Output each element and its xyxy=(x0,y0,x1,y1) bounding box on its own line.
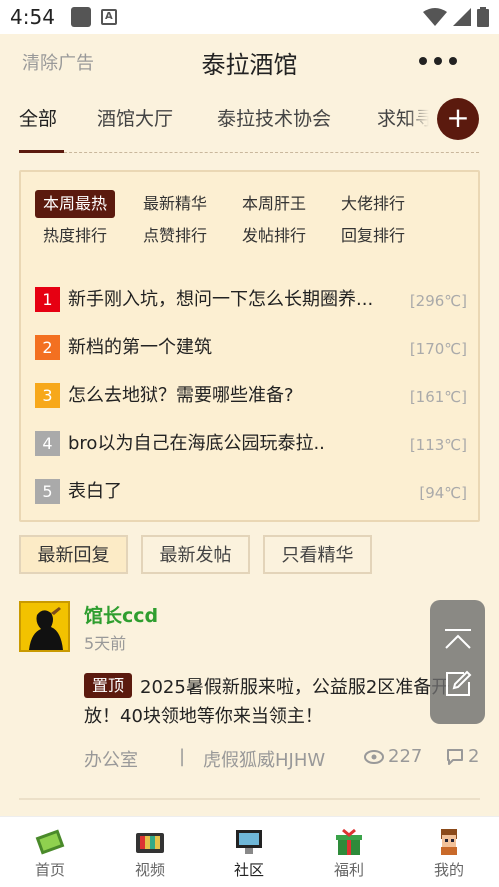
filter-latest-featured[interactable]: 最新精华 xyxy=(135,190,215,218)
avatar[interactable] xyxy=(19,601,70,652)
back-to-top-icon[interactable] xyxy=(444,628,472,650)
post-author[interactable]: 馆长ccd xyxy=(84,601,158,628)
rank-item[interactable]: 1 新手刚入坑，想问一下怎么长期圈养... [296℃] xyxy=(35,282,467,318)
nav-label: 视频 xyxy=(134,861,165,879)
rank-title: 新手刚入坑，想问一下怎么长期圈养... xyxy=(68,289,374,310)
home-book-icon xyxy=(35,829,65,855)
edit-icon[interactable] xyxy=(444,670,472,698)
rank-item[interactable]: 2 新档的第一个建筑 [170℃] xyxy=(35,330,467,366)
views-count: 227 xyxy=(364,746,422,767)
rank-heat: [94℃] xyxy=(419,484,467,502)
rank-number: 2 xyxy=(35,335,60,360)
more-icon[interactable] xyxy=(419,51,457,71)
nav-label: 我的 xyxy=(433,861,464,879)
ranking-panel: 本周最热 最新精华 本周肝王 大佬排行 热度排行 点赞排行 发帖排行 回复排行 … xyxy=(19,170,480,522)
rank-item[interactable]: 5 表白了 [94℃] xyxy=(35,474,467,510)
rank-title: 表白了 xyxy=(68,481,122,502)
rank-number: 5 xyxy=(35,479,60,504)
post-content[interactable]: 置顶 2025暑假新服来啦，公益服2区准备开放！40块领地等你来当领主！ xyxy=(84,673,476,731)
filter-weekly-grinder[interactable]: 本周肝王 xyxy=(234,190,314,218)
nav-community[interactable]: 社区 xyxy=(199,817,299,887)
tabs-divider xyxy=(64,152,479,153)
category-tabs: 全部 酒馆大厅 泰拉技术协会 求知寻 + xyxy=(0,98,499,156)
post-text: 2025暑假新服来啦，公益服2区准备开放！40块领地等你来当领主！ xyxy=(84,677,450,727)
nav-label: 社区 xyxy=(233,861,264,879)
nav-video[interactable]: 视频 xyxy=(100,817,200,887)
rank-title: 新档的第一个建筑 xyxy=(68,337,212,358)
notification-icon xyxy=(70,7,91,27)
filter-expert-rank[interactable]: 大佬排行 xyxy=(333,190,413,218)
eye-icon xyxy=(364,749,384,764)
rank-item[interactable]: 4 bro以为自己在海底公园玩泰拉.. [113℃] xyxy=(35,426,467,462)
rank-heat: [170℃] xyxy=(409,340,467,358)
last-reply-user[interactable]: 虎假狐威HJHW xyxy=(203,746,325,772)
nav-label: 福利 xyxy=(333,861,364,879)
tab-terraria-tech[interactable]: 泰拉技术协会 xyxy=(217,104,331,131)
post-category[interactable]: 办公室 xyxy=(84,746,138,772)
sort-latest-post-button[interactable]: 最新发帖 xyxy=(141,535,250,574)
nav-home[interactable]: 首页 xyxy=(0,817,100,887)
rank-heat: [161℃] xyxy=(409,388,467,406)
sort-featured-only-button[interactable]: 只看精华 xyxy=(263,535,372,574)
keyboard-a-icon: A xyxy=(100,9,117,25)
rank-heat: [296℃] xyxy=(409,292,467,310)
battery-icon xyxy=(477,7,489,27)
bottom-nav: 首页 视频 社区 福利 我的 xyxy=(0,816,499,887)
filter-weekly-hot[interactable]: 本周最热 xyxy=(35,190,116,218)
tab-tavern-hall[interactable]: 酒馆大厅 xyxy=(97,104,173,131)
signal-icon xyxy=(453,8,471,26)
community-terminal-icon xyxy=(236,830,262,854)
comments-count: 2 xyxy=(446,746,479,767)
filter-posts-rank[interactable]: 发帖排行 xyxy=(234,222,314,250)
app-header: 清除广告 泰拉酒馆 xyxy=(0,34,499,90)
filter-likes-rank[interactable]: 点赞排行 xyxy=(135,222,215,250)
rank-title: bro以为自己在海底公园玩泰拉.. xyxy=(68,433,325,454)
rank-number: 1 xyxy=(35,287,60,312)
meta-separator: | xyxy=(179,746,186,767)
wifi-icon xyxy=(423,8,447,26)
filter-replies-rank[interactable]: 回复排行 xyxy=(333,222,413,250)
nav-label: 首页 xyxy=(34,861,65,879)
gift-icon xyxy=(336,828,362,855)
status-time: 4:54 xyxy=(10,5,55,29)
rank-heat: [113℃] xyxy=(409,436,467,454)
comments-value: 2 xyxy=(468,746,480,767)
rank-number: 4 xyxy=(35,431,60,456)
profile-character-icon xyxy=(441,829,457,855)
tab-fade xyxy=(408,98,438,142)
floating-actions xyxy=(430,600,485,724)
post-divider xyxy=(19,798,480,800)
tv-icon xyxy=(136,833,164,853)
rank-title: 怎么去地狱？需要哪些准备? xyxy=(68,385,294,406)
nav-welfare[interactable]: 福利 xyxy=(299,817,399,887)
views-value: 227 xyxy=(388,746,423,767)
sort-latest-reply-button[interactable]: 最新回复 xyxy=(19,535,128,574)
add-icon[interactable]: + xyxy=(437,98,479,140)
comment-icon xyxy=(447,748,463,765)
post-time: 5天前 xyxy=(84,634,127,653)
status-bar: 4:54 A xyxy=(0,0,499,34)
tab-active-indicator xyxy=(19,150,64,153)
filter-heat-rank[interactable]: 热度排行 xyxy=(35,222,115,250)
rank-item[interactable]: 3 怎么去地狱？需要哪些准备? [161℃] xyxy=(35,378,467,414)
pinned-badge: 置顶 xyxy=(84,673,133,698)
rank-number: 3 xyxy=(35,383,60,408)
tab-all[interactable]: 全部 xyxy=(19,104,57,131)
nav-mine[interactable]: 我的 xyxy=(399,817,499,887)
